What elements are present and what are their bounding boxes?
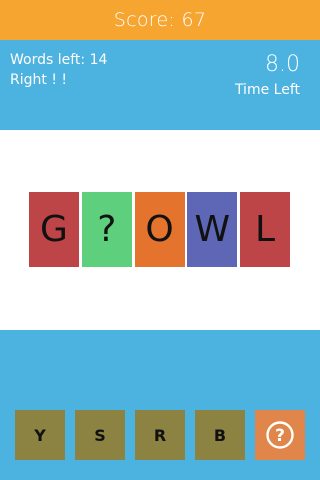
letter-tile: L: [240, 192, 290, 267]
letter-tile: W: [187, 192, 238, 267]
choice-button-s[interactable]: S: [75, 410, 125, 460]
words-left-value: 14: [89, 52, 108, 68]
game-screen: Score: 67 Words left: 14 Right ! ! 8.0 T…: [0, 0, 320, 480]
info-panel: Words left: 14 Right ! ! 8.0 Time Left: [0, 40, 320, 130]
letter-tile: G: [29, 192, 79, 267]
timer-label: Time Left: [234, 82, 300, 98]
words-left: Words left: 14: [10, 52, 107, 68]
word-board: G ? O W L: [0, 130, 320, 330]
hint-button[interactable]: ?: [255, 410, 305, 460]
words-left-label: Words left:: [10, 52, 86, 68]
choice-button-r[interactable]: R: [135, 410, 185, 460]
letter-tile: O: [134, 192, 185, 267]
choices-panel: Y S R B ?: [0, 330, 320, 480]
choice-button-b[interactable]: B: [195, 410, 245, 460]
score-bar: Score: 67: [0, 0, 320, 40]
status-message: Right ! !: [10, 72, 67, 88]
svg-text:?: ?: [275, 426, 285, 446]
missing-letter-tile: ?: [81, 192, 132, 267]
letter-choices: Y S R B ?: [15, 410, 305, 460]
score-label: Score:: [113, 9, 176, 31]
choice-button-y[interactable]: Y: [15, 410, 65, 460]
word-tiles: G ? O W L: [29, 192, 290, 267]
score-value: 67: [181, 9, 207, 31]
timer-value: 8.0: [265, 52, 300, 77]
question-circle-icon: ?: [266, 421, 294, 449]
